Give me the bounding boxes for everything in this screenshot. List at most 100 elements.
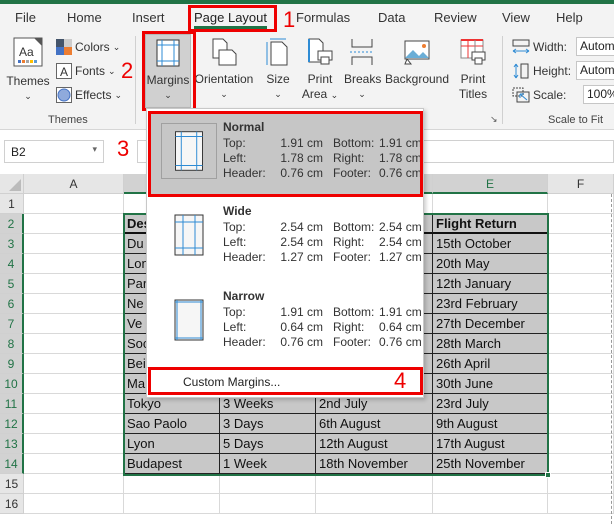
- chevron-down-icon[interactable]: ▾: [92, 144, 97, 155]
- row-header[interactable]: 10: [0, 374, 24, 394]
- cell[interactable]: 23rd February: [433, 294, 548, 314]
- tab-data[interactable]: Data: [378, 10, 405, 25]
- cell[interactable]: [316, 494, 433, 514]
- cell[interactable]: 12th January: [433, 274, 548, 294]
- width-select[interactable]: Autom: [576, 37, 614, 56]
- tab-view[interactable]: View: [502, 10, 530, 25]
- tab-home[interactable]: Home: [67, 10, 102, 25]
- cell[interactable]: [548, 234, 614, 254]
- cell[interactable]: [24, 494, 124, 514]
- print-area-button[interactable]: Print Area ⌄: [300, 38, 340, 103]
- margin-option-narrow[interactable]: Narrow Top: 1.91 cm Bottom: 1.91 cm Left: 0.64…: [149, 282, 422, 366]
- print-titles-button[interactable]: Print Titles: [454, 38, 492, 102]
- cell[interactable]: Sao Paolo: [124, 414, 220, 434]
- cell[interactable]: 30th June: [433, 374, 548, 394]
- cell[interactable]: 9th August: [433, 414, 548, 434]
- cell[interactable]: [548, 494, 614, 514]
- column-header-e[interactable]: E: [433, 174, 548, 194]
- row-header[interactable]: 16: [0, 494, 24, 514]
- breaks-button[interactable]: Breaks ⌄: [344, 38, 381, 102]
- cell[interactable]: [24, 394, 124, 414]
- scale-input[interactable]: 100%: [583, 85, 614, 104]
- cell[interactable]: [548, 294, 614, 314]
- cell[interactable]: [24, 194, 124, 214]
- select-all-corner[interactable]: [0, 174, 24, 194]
- row-header[interactable]: 7: [0, 314, 24, 334]
- cell[interactable]: [24, 334, 124, 354]
- cell[interactable]: 12th August: [316, 434, 433, 454]
- row-header[interactable]: 2: [0, 214, 24, 234]
- cell[interactable]: [24, 254, 124, 274]
- row-header[interactable]: 14: [0, 454, 24, 474]
- cell[interactable]: [548, 314, 614, 334]
- cell[interactable]: 15th October: [433, 234, 548, 254]
- effects-button[interactable]: Effects ⌄: [56, 87, 122, 103]
- cell[interactable]: [433, 474, 548, 494]
- size-button[interactable]: Size ⌄: [262, 38, 294, 102]
- cell[interactable]: [548, 454, 614, 474]
- cell[interactable]: [24, 374, 124, 394]
- row-header[interactable]: 13: [0, 434, 24, 454]
- cell[interactable]: 23rd July: [433, 394, 548, 414]
- cell[interactable]: [548, 194, 614, 214]
- page-setup-dialog-launcher-icon[interactable]: ↘: [490, 114, 498, 125]
- themes-button[interactable]: Aa Themes ⌄: [6, 36, 50, 104]
- cell[interactable]: [548, 214, 614, 234]
- cell[interactable]: 28th March: [433, 334, 548, 354]
- row-header[interactable]: 12: [0, 414, 24, 434]
- tab-formulas[interactable]: Formulas: [296, 10, 350, 25]
- cell[interactable]: Budapest: [124, 454, 220, 474]
- name-box[interactable]: B2 ▾: [4, 140, 104, 163]
- row-header[interactable]: 5: [0, 274, 24, 294]
- cell[interactable]: [24, 414, 124, 434]
- cell[interactable]: [548, 274, 614, 294]
- cell[interactable]: [124, 474, 220, 494]
- cell[interactable]: Lyon: [124, 434, 220, 454]
- cell[interactable]: [548, 374, 614, 394]
- cell[interactable]: [548, 474, 614, 494]
- cell[interactable]: [220, 494, 316, 514]
- tab-insert[interactable]: Insert: [132, 10, 165, 25]
- row-header[interactable]: 1: [0, 194, 24, 214]
- cell[interactable]: [24, 214, 124, 234]
- cell[interactable]: [433, 494, 548, 514]
- cell[interactable]: [24, 274, 124, 294]
- cell[interactable]: 17th August: [433, 434, 548, 454]
- tab-file[interactable]: File: [15, 10, 36, 25]
- fonts-button[interactable]: A Fonts ⌄: [56, 63, 116, 79]
- cell[interactable]: [548, 434, 614, 454]
- fill-handle[interactable]: [545, 472, 551, 478]
- column-header-a[interactable]: A: [24, 174, 124, 194]
- cell[interactable]: [24, 474, 124, 494]
- row-header[interactable]: 9: [0, 354, 24, 374]
- cell[interactable]: 1 Week: [220, 454, 316, 474]
- cell[interactable]: [433, 194, 548, 214]
- height-select[interactable]: Autom: [576, 61, 614, 80]
- cell[interactable]: [316, 474, 433, 494]
- row-header[interactable]: 6: [0, 294, 24, 314]
- cell[interactable]: 5 Days: [220, 434, 316, 454]
- tab-help[interactable]: Help: [556, 10, 583, 25]
- column-header-f[interactable]: F: [548, 174, 614, 194]
- cell[interactable]: [124, 494, 220, 514]
- row-header[interactable]: 4: [0, 254, 24, 274]
- cell[interactable]: [24, 294, 124, 314]
- cell[interactable]: 3 Days: [220, 414, 316, 434]
- cell[interactable]: [24, 454, 124, 474]
- cell[interactable]: 25th November: [433, 454, 548, 474]
- row-header[interactable]: 15: [0, 474, 24, 494]
- cell[interactable]: [548, 334, 614, 354]
- cell[interactable]: [548, 254, 614, 274]
- background-button[interactable]: Background: [384, 38, 450, 87]
- cell[interactable]: [24, 314, 124, 334]
- cell[interactable]: 27th December: [433, 314, 548, 334]
- cell[interactable]: 18th November: [316, 454, 433, 474]
- tab-review[interactable]: Review: [434, 10, 477, 25]
- cell[interactable]: [24, 434, 124, 454]
- row-header[interactable]: 8: [0, 334, 24, 354]
- cell[interactable]: 26th April: [433, 354, 548, 374]
- cell[interactable]: 6th August: [316, 414, 433, 434]
- cell[interactable]: Flight Return: [433, 214, 548, 234]
- row-header[interactable]: 11: [0, 394, 24, 414]
- cell[interactable]: [548, 394, 614, 414]
